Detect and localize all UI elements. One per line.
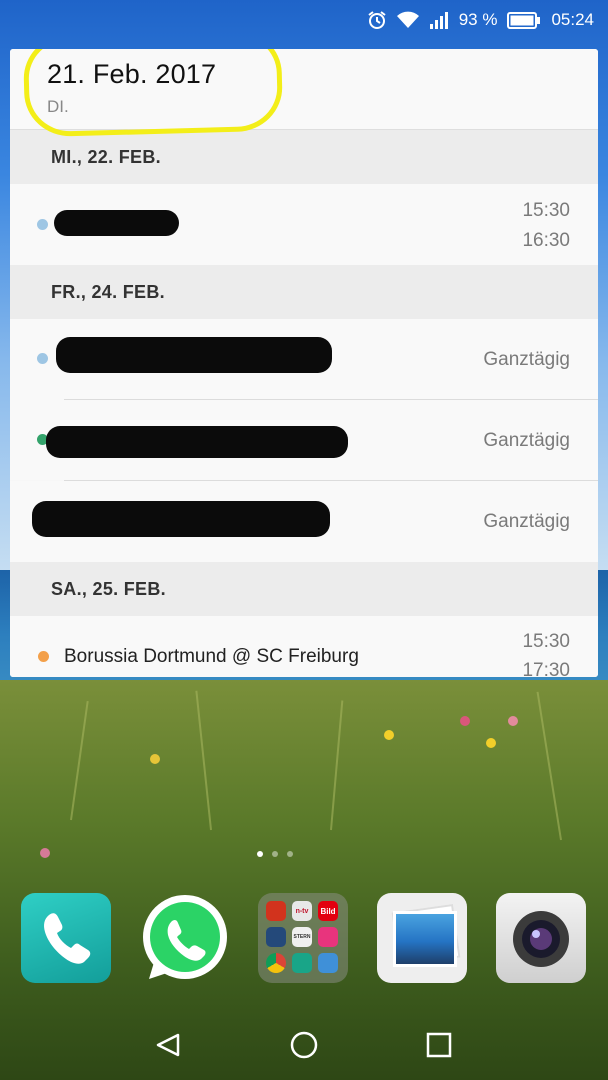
- event-end-time: 16:30: [522, 230, 570, 251]
- folder-app-news: [266, 927, 286, 947]
- home-button[interactable]: [290, 1031, 318, 1064]
- event-item[interactable]: Ganztägig: [10, 481, 598, 562]
- bild-label: Bild: [320, 906, 336, 916]
- battery-percent: 93 %: [458, 10, 498, 29]
- stern-label: STERN: [293, 934, 311, 940]
- flower: [486, 738, 496, 748]
- folder-app-messages: [318, 953, 338, 973]
- day-header: SA., 25. FEB.: [10, 562, 598, 616]
- event-start-time: 15:30: [522, 631, 570, 652]
- day-header: FR., 24. FEB.: [10, 265, 598, 319]
- page-indicator: [257, 851, 293, 857]
- app-folder-icon[interactable]: n-tv Bild STERN: [258, 893, 348, 983]
- folder-app-bild: Bild: [318, 901, 338, 921]
- flower: [508, 716, 518, 726]
- battery-icon: [507, 11, 541, 29]
- alarm-icon: [367, 10, 387, 30]
- redacted-title: [46, 426, 348, 458]
- redacted-title: [32, 501, 330, 537]
- folder-app-docs: [292, 953, 312, 973]
- event-title: Borussia Dortmund @ SC Freiburg: [64, 646, 359, 667]
- day-label: SA., 25. FEB.: [51, 579, 166, 599]
- event-end-time: 17:30: [522, 660, 570, 677]
- event-item[interactable]: 15:30 16:30: [10, 184, 598, 265]
- event-time: Ganztägig: [483, 349, 570, 370]
- n-tv-label: n-tv: [295, 907, 309, 915]
- event-start-time: 15:30: [522, 200, 570, 221]
- event-color-dot: [37, 219, 48, 230]
- page-dot-active: [257, 851, 263, 857]
- back-button[interactable]: [154, 1031, 182, 1064]
- clock: 05:24: [551, 10, 594, 29]
- redacted-title: [54, 210, 179, 236]
- status-bar: 93 % 05:24: [0, 0, 608, 40]
- day-header: MI., 22. FEB.: [10, 130, 598, 184]
- redacted-title: [56, 337, 332, 373]
- flower: [384, 730, 394, 740]
- folder-app-mail: [318, 927, 338, 947]
- phone-app-icon[interactable]: [21, 893, 111, 983]
- whatsapp-app-icon[interactable]: [139, 893, 231, 985]
- flower: [40, 848, 50, 858]
- event-time: Ganztägig: [483, 430, 570, 451]
- gallery-photo: [393, 911, 457, 967]
- camera-app-icon[interactable]: [496, 893, 586, 983]
- navigation-bar: [0, 1005, 608, 1080]
- folder-app-chrome: [266, 953, 286, 973]
- signal-icon: [429, 11, 449, 29]
- flower: [150, 754, 160, 764]
- event-color-dot: [38, 651, 49, 662]
- dock: n-tv Bild STERN: [0, 893, 608, 989]
- event-time: Ganztägig: [483, 511, 570, 532]
- gallery-app-icon[interactable]: [377, 893, 467, 983]
- event-color-dot: [37, 353, 48, 364]
- folder-app-browser: [266, 901, 286, 921]
- event-item[interactable]: Ganztägig: [10, 319, 598, 400]
- recents-button[interactable]: [426, 1032, 452, 1063]
- day-label: MI., 22. FEB.: [51, 147, 161, 167]
- folder-app-n-tv: n-tv: [292, 901, 312, 921]
- wifi-icon: [396, 11, 419, 29]
- event-item[interactable]: Borussia Dortmund @ SC Freiburg 15:30 17…: [10, 616, 598, 677]
- day-label: FR., 24. FEB.: [51, 282, 165, 302]
- flower: [460, 716, 470, 726]
- page-dot: [272, 851, 278, 857]
- folder-app-stern: STERN: [292, 927, 312, 947]
- calendar-widget[interactable]: 21. Feb. 2017 DI. MI., 22. FEB. 15:30 16…: [10, 49, 598, 677]
- yellow-highlight-annotation: [22, 49, 284, 138]
- event-item[interactable]: Ganztägig: [10, 400, 598, 480]
- page-dot: [287, 851, 293, 857]
